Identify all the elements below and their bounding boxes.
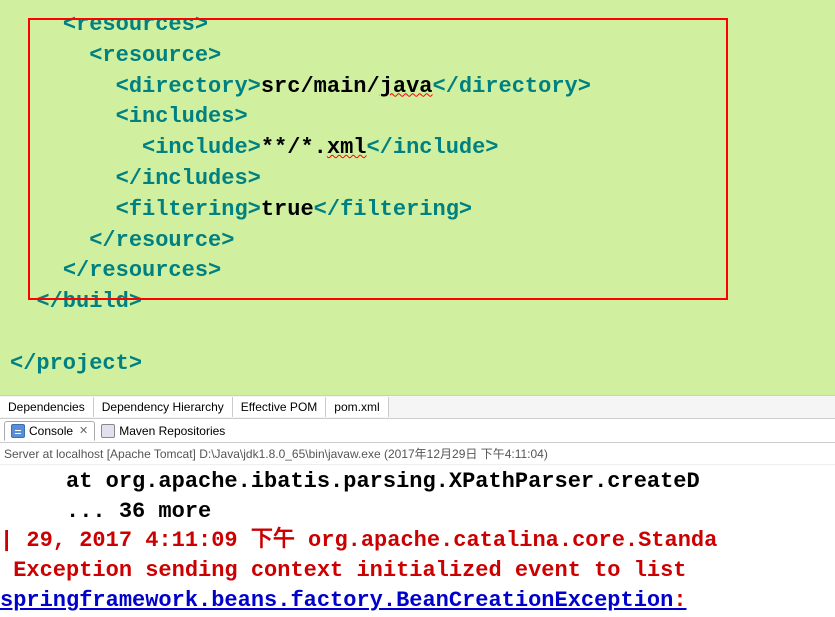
console-icon bbox=[11, 424, 25, 438]
console-line: | 29, 2017 4:11:09 下午 org.apache.catalin… bbox=[0, 526, 835, 556]
editor-tab[interactable]: Effective POM bbox=[233, 397, 326, 417]
maven-repositories-tab[interactable]: Maven Repositories bbox=[95, 422, 231, 440]
code-line[interactable]: <resource> bbox=[10, 41, 835, 72]
code-line[interactable]: </includes> bbox=[10, 164, 835, 195]
code-line[interactable]: <resources> bbox=[10, 10, 835, 41]
console-launch-info: Server at localhost [Apache Tomcat] D:\J… bbox=[0, 443, 835, 465]
editor-tab[interactable]: pom.xml bbox=[326, 397, 388, 417]
console-output[interactable]: at org.apache.ibatis.parsing.XPathParser… bbox=[0, 465, 835, 617]
editor-tab[interactable]: Dependencies bbox=[0, 397, 94, 417]
console-line: Exception sending context initialized ev… bbox=[0, 556, 835, 586]
xml-editor-pane[interactable]: <resources> <resource> <directory>src/ma… bbox=[0, 0, 835, 395]
console-line: at org.apache.ibatis.parsing.XPathParser… bbox=[0, 467, 835, 497]
editor-bottom-tabs: DependenciesDependency HierarchyEffectiv… bbox=[0, 395, 835, 419]
code-content[interactable]: <resources> <resource> <directory>src/ma… bbox=[0, 0, 835, 390]
code-line[interactable]: <filtering>true</filtering> bbox=[10, 195, 835, 226]
console-line: ... 36 more bbox=[0, 497, 835, 527]
close-icon[interactable]: ✕ bbox=[79, 424, 88, 437]
code-line[interactable]: </build> bbox=[10, 287, 835, 318]
console-line: springframework.beans.factory.BeanCreati… bbox=[0, 586, 835, 616]
code-line[interactable]: <includes> bbox=[10, 102, 835, 133]
code-line[interactable]: <include>**/*.xml</include> bbox=[10, 133, 835, 164]
panel-tab-label: Console bbox=[29, 424, 73, 438]
code-line[interactable] bbox=[10, 318, 835, 349]
code-line[interactable]: <directory>src/main/java</directory> bbox=[10, 72, 835, 103]
maven-icon bbox=[101, 424, 115, 438]
editor-tab[interactable]: Dependency Hierarchy bbox=[94, 397, 233, 417]
code-line[interactable]: </resource> bbox=[10, 226, 835, 257]
code-line[interactable]: </resources> bbox=[10, 256, 835, 287]
panel-tabs-row: Console ✕ Maven Repositories bbox=[0, 419, 835, 443]
panel-tab-label: Maven Repositories bbox=[119, 424, 225, 438]
code-line[interactable]: </project> bbox=[10, 349, 835, 380]
console-tab[interactable]: Console ✕ bbox=[4, 421, 95, 441]
